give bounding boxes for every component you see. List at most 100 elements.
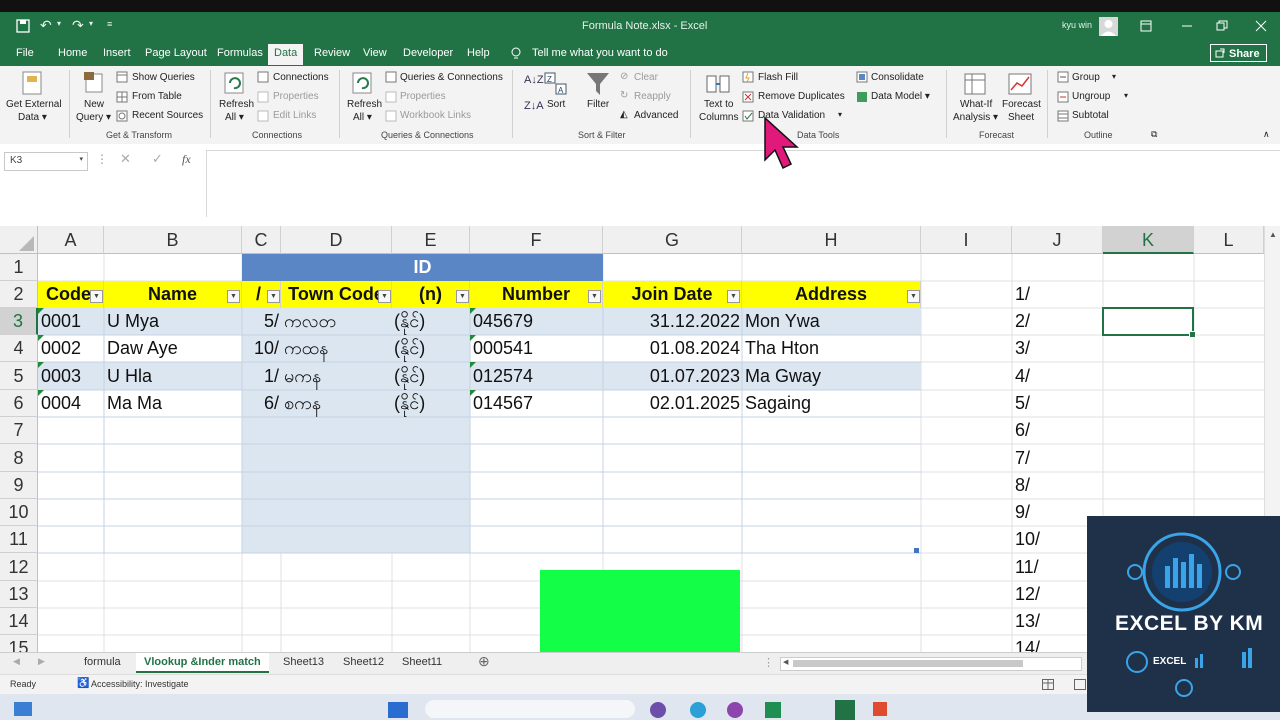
cell-j[interactable]: 8/ xyxy=(1012,472,1103,499)
properties-button[interactable]: Properties xyxy=(273,91,319,102)
cell-j[interactable]: 5/ xyxy=(1012,390,1103,417)
column-header-a[interactable]: A xyxy=(38,226,104,254)
name-box[interactable]: K3 ▾ xyxy=(4,152,88,171)
properties-b-button[interactable]: Properties xyxy=(400,91,446,102)
share-button[interactable]: Share xyxy=(1210,44,1267,62)
clear-button[interactable]: Clear xyxy=(634,72,658,83)
column-header-c[interactable]: C xyxy=(242,226,281,254)
cancel-entry-icon[interactable]: ✕ xyxy=(120,151,131,167)
refresh-all-button[interactable]: Refresh xyxy=(219,99,254,110)
header-slash[interactable]: / ▼ xyxy=(242,281,281,308)
filter-dropdown-icon[interactable]: ▼ xyxy=(90,290,103,303)
table-resize-handle[interactable] xyxy=(914,548,919,553)
filter-dropdown-icon[interactable]: ▼ xyxy=(456,290,469,303)
ungroup-dropdown-icon[interactable]: ▾ xyxy=(1124,91,1128,100)
cell-number[interactable]: 014567 xyxy=(470,390,603,417)
edit-links-button[interactable]: Edit Links xyxy=(273,110,316,121)
normal-view-icon[interactable] xyxy=(1042,679,1054,690)
cell-number[interactable]: 012574 xyxy=(470,362,603,390)
name-box-dropdown-icon[interactable]: ▾ xyxy=(79,155,83,163)
get-external-data-button[interactable]: Get External xyxy=(6,99,62,110)
column-header-k[interactable]: K xyxy=(1103,226,1194,254)
row-header-8[interactable]: 8 xyxy=(0,444,38,472)
insert-function-icon[interactable]: fx xyxy=(182,152,191,167)
avatar[interactable] xyxy=(1099,17,1118,36)
recent-sources-button[interactable]: Recent Sources xyxy=(132,110,203,121)
tab-data[interactable]: Data xyxy=(268,44,304,65)
sheet-tab-formula[interactable]: formula xyxy=(84,656,121,668)
row-header-4[interactable]: 4 xyxy=(0,335,38,362)
tell-me-search[interactable]: Tell me what you want to do xyxy=(532,47,668,59)
row-header-3[interactable]: 3 xyxy=(0,308,38,335)
tab-help[interactable]: Help xyxy=(467,47,490,59)
connections-button[interactable]: Connections xyxy=(273,72,329,83)
header-join-date[interactable]: Join Date ▼ xyxy=(603,281,742,308)
cell-j[interactable]: 7/ xyxy=(1012,444,1103,472)
workbook-links-button[interactable]: Workbook Links xyxy=(400,110,471,121)
row-header-7[interactable]: 7 xyxy=(0,417,38,444)
fill-handle[interactable] xyxy=(1189,331,1196,338)
column-header-f[interactable]: F xyxy=(470,226,603,254)
filter-dropdown-icon[interactable]: ▼ xyxy=(907,290,920,303)
filter-button[interactable]: Filter xyxy=(587,99,609,110)
row-header-5[interactable]: 5 xyxy=(0,362,38,390)
flash-fill-button[interactable]: Flash Fill xyxy=(758,72,798,83)
sort-az-icon[interactable]: A↓Z xyxy=(524,74,544,86)
remove-duplicates-button[interactable]: Remove Duplicates xyxy=(758,91,845,102)
cell-j[interactable]: 1/ xyxy=(1012,281,1103,308)
cell-number[interactable]: 000541 xyxy=(470,335,603,362)
column-header-g[interactable]: G xyxy=(603,226,742,254)
header-n[interactable]: (n) ▼ xyxy=(392,281,470,308)
header-number[interactable]: Number ▼ xyxy=(470,281,603,308)
save-icon[interactable] xyxy=(16,19,30,33)
taskbar-app-icon[interactable] xyxy=(690,702,706,718)
taskbar-app-icon[interactable] xyxy=(650,702,666,718)
tab-home[interactable]: Home xyxy=(58,47,87,59)
horizontal-scrollbar[interactable]: ◀ xyxy=(780,657,1082,671)
next-sheet-icon[interactable]: ▶ xyxy=(38,656,45,667)
cell-join-date[interactable]: 31.12.2022 xyxy=(603,308,742,335)
row-header-1[interactable]: 1 xyxy=(0,254,38,281)
new-sheet-icon[interactable]: ⊕ xyxy=(478,653,490,670)
filter-dropdown-icon[interactable]: ▼ xyxy=(267,290,280,303)
row-header-10[interactable]: 10 xyxy=(0,499,38,526)
row-header-12[interactable]: 12 xyxy=(0,553,38,581)
header-name[interactable]: Name ▼ xyxy=(104,281,242,308)
column-header-l[interactable]: L xyxy=(1194,226,1264,254)
consolidate-button[interactable]: Consolidate xyxy=(871,72,924,83)
page-layout-view-icon[interactable] xyxy=(1074,679,1086,690)
new-query-dropdown[interactable]: Query ▾ xyxy=(76,112,111,123)
tab-insert[interactable]: Insert xyxy=(103,47,131,59)
prev-sheet-icon[interactable]: ◀ xyxy=(13,656,20,667)
taskbar-widget-icon[interactable] xyxy=(14,702,32,716)
sort-za-icon[interactable]: Z↓A xyxy=(524,100,544,112)
taskbar-app-icon[interactable] xyxy=(727,702,743,718)
restore-icon[interactable] xyxy=(1216,20,1228,32)
sheet-tab-vlookup[interactable]: Vlookup &Inder match xyxy=(136,653,269,673)
scroll-left-icon[interactable]: ◀ xyxy=(783,658,788,666)
filter-dropdown-icon[interactable]: ▼ xyxy=(227,290,240,303)
from-table-button[interactable]: From Table xyxy=(132,91,182,102)
cell-address[interactable]: Ma Gway xyxy=(742,362,921,390)
advanced-button[interactable]: Advanced xyxy=(634,110,678,121)
windows-start-icon[interactable] xyxy=(388,702,408,718)
cell-j[interactable]: 3/ xyxy=(1012,335,1103,362)
column-header-e[interactable]: E xyxy=(392,226,470,254)
collapse-ribbon-icon[interactable]: ∧ xyxy=(1263,129,1270,140)
data-validation-dropdown-icon[interactable]: ▾ xyxy=(838,110,842,119)
row-header-9[interactable]: 9 xyxy=(0,472,38,499)
sheet-tab-sheet13[interactable]: Sheet13 xyxy=(283,656,324,668)
sheet-tab-sheet12[interactable]: Sheet12 xyxy=(343,656,384,668)
data-model-button[interactable]: Data Model ▾ xyxy=(871,91,930,102)
header-address[interactable]: Address ▼ xyxy=(742,281,921,308)
refresh-all-queries-button[interactable]: Refresh xyxy=(347,99,382,110)
select-all-corner[interactable] xyxy=(0,226,38,254)
show-queries-button[interactable]: Show Queries xyxy=(132,72,195,83)
what-if-analysis-dropdown[interactable]: Analysis ▾ xyxy=(953,112,998,123)
merged-id-header[interactable]: ID xyxy=(242,254,603,281)
outline-dialog-launcher-icon[interactable]: ⧉ xyxy=(1151,129,1157,140)
ribbon-display-icon[interactable] xyxy=(1140,20,1152,32)
tab-developer[interactable]: Developer xyxy=(403,47,453,59)
ungroup-button[interactable]: Ungroup xyxy=(1072,91,1110,102)
row-header-2[interactable]: 2 xyxy=(0,281,38,308)
